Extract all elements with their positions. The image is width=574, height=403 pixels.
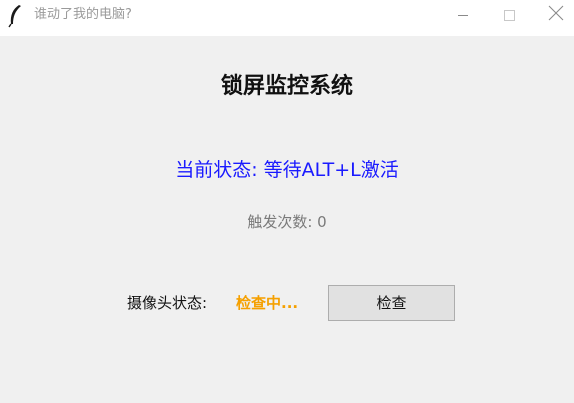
camera-status-row: 摄像头状态: 检查中... 检查: [0, 284, 574, 322]
minimize-icon: [458, 15, 468, 16]
maximize-icon: [504, 10, 515, 21]
feather-icon: [6, 4, 24, 28]
minimize-button[interactable]: [440, 0, 486, 30]
maximize-button[interactable]: [486, 0, 532, 30]
camera-status-label: 摄像头状态:: [127, 294, 208, 312]
camera-status-value: 检查中...: [236, 294, 299, 312]
check-button[interactable]: 检查: [328, 285, 455, 321]
window-title: 谁动了我的电脑?: [34, 7, 132, 22]
title-bar[interactable]: 谁动了我的电脑?: [0, 0, 574, 36]
trigger-count-text: 触发次数: 0: [247, 213, 327, 231]
close-icon: [548, 5, 564, 21]
status-text: 当前状态: 等待ALT+L激活: [175, 159, 399, 181]
page-title: 锁屏监控系统: [220, 73, 353, 99]
close-button[interactable]: [530, 0, 574, 30]
app-window: 谁动了我的电脑? 锁屏监控系统 当前状态: 等待ALT+L激活 触发次数: 0 …: [0, 0, 574, 403]
